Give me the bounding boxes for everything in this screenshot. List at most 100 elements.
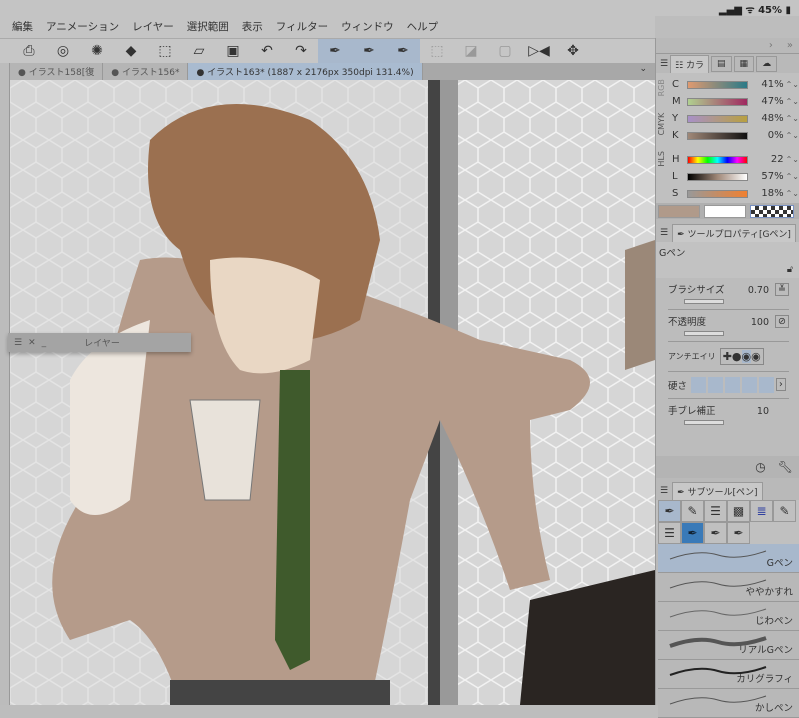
redo-icon[interactable]: ↷ xyxy=(284,39,318,64)
move-icon[interactable]: ✥ xyxy=(556,39,590,64)
pen-tool-icon[interactable]: ✒ xyxy=(658,500,681,522)
transparent-color-swatch[interactable] xyxy=(750,204,794,218)
save-icon[interactable]: ▣ xyxy=(216,39,250,64)
antialias-selector[interactable]: ✚●◉◉ xyxy=(719,347,764,365)
pen2-tool-icon[interactable]: ✒ xyxy=(681,522,704,544)
menu-layer[interactable]: レイヤー xyxy=(132,19,174,34)
free-transform-icon[interactable]: ▱ xyxy=(182,39,216,64)
slider-s[interactable]: S 18% ⌃⌄ xyxy=(668,185,799,202)
stabilization-slider[interactable] xyxy=(684,420,724,425)
pen3-tool-icon[interactable]: ✒ xyxy=(704,522,727,544)
pen-settings-icon[interactable]: ✒ xyxy=(352,38,386,64)
menu-selection[interactable]: 選択範囲 xyxy=(187,19,229,34)
mode-hls[interactable]: HLS xyxy=(657,151,666,167)
pencil-tool-icon[interactable]: ✎ xyxy=(681,500,704,522)
loading-icon[interactable]: ✺ xyxy=(80,39,114,64)
canvas[interactable] xyxy=(10,80,655,705)
pen-pressure-icon[interactable]: ✒ xyxy=(318,38,352,64)
marker-tool-icon[interactable]: ✎ xyxy=(773,500,796,522)
stripe-tool-icon[interactable]: ≣ xyxy=(750,500,773,522)
menu-icon[interactable]: ☰ xyxy=(660,486,668,496)
undo-icon[interactable]: ↶ xyxy=(250,39,284,64)
opacity-toggle-icon[interactable]: ⊘ xyxy=(775,315,789,328)
lock-icon[interactable]: 🔓︎ xyxy=(787,264,793,275)
mode-cmyk[interactable]: CMYK xyxy=(657,113,666,136)
slider-c[interactable]: C 41% ⌃⌄ xyxy=(668,76,799,93)
transform-icon[interactable]: ⬚ xyxy=(148,39,182,64)
brush-jiwa-pen[interactable]: じわペン xyxy=(658,602,799,631)
tab-color[interactable]: ☷ カラ xyxy=(670,54,710,73)
tab-tool-property[interactable]: ✒ ツールプロパティ[Gペン] xyxy=(672,223,796,242)
layer-panel-collapsed[interactable]: ☰ ✕ _ レイヤー xyxy=(8,333,191,352)
menu-bar: 編集 アニメーション レイヤー 選択範囲 表示 フィルター ウィンドウ ヘルプ xyxy=(0,14,655,38)
antialias-row: アンチエイリ ✚●◉◉ xyxy=(668,342,789,372)
slider-m[interactable]: M 47% ⌃⌄ xyxy=(668,93,799,110)
pattern-tool-icon[interactable]: ▩ xyxy=(727,500,750,522)
flip-icon[interactable]: ▷◀ xyxy=(522,39,556,64)
menu-icon[interactable]: ☰ xyxy=(660,59,668,69)
opacity-value[interactable]: 100 xyxy=(751,317,769,328)
command-bar: ⎙ ◎ ✺ ◆ ⬚ ▱ ▣ ↶ ↷ ✒ ✒ ✒ ⬚ ◪ ▢ ▷◀ ✥ xyxy=(0,38,655,64)
opacity-slider[interactable] xyxy=(684,331,724,336)
menu-animation[interactable]: アニメーション xyxy=(46,19,119,34)
menu-edit[interactable]: 編集 xyxy=(12,19,33,34)
document-tabs: ● イラスト158[復 ● イラスト156* ● イラスト163* (1887 … xyxy=(10,63,655,80)
chevron-right-icon[interactable]: › xyxy=(769,40,773,51)
export-icon[interactable]: ⎙ xyxy=(12,39,46,64)
stabilization-value[interactable]: 10 xyxy=(757,406,769,417)
close-icon[interactable]: ✕ xyxy=(28,338,36,348)
brush-kashi-pen[interactable]: かしペン xyxy=(658,689,799,718)
menu-window[interactable]: ウィンドウ xyxy=(341,19,394,34)
chevron-right-icon[interactable]: › xyxy=(776,378,786,391)
spiral-icon[interactable]: ◎ xyxy=(46,39,80,64)
brush-real-g-pen[interactable]: リアルGペン xyxy=(658,631,799,660)
menu-icon[interactable]: ☰ xyxy=(14,338,22,348)
tab-illust163[interactable]: ● イラスト163* (1887 x 2176px 350dpi 131.4%) xyxy=(188,63,423,80)
brush-size-slider[interactable] xyxy=(684,299,724,304)
pen4-tool-icon[interactable]: ✒ xyxy=(727,522,750,544)
fill-icon[interactable]: ◆ xyxy=(114,39,148,64)
stabilization-row: 手ブレ補正 10 xyxy=(668,399,789,430)
brush-g-pen[interactable]: Gペン xyxy=(658,544,799,573)
menu-view[interactable]: 表示 xyxy=(242,19,263,34)
tab-navigator-icon[interactable]: ☁ xyxy=(756,55,778,72)
illustration xyxy=(10,80,655,705)
menu-filter[interactable]: フィルター xyxy=(276,19,328,34)
tab-illust156[interactable]: ● イラスト156* xyxy=(103,63,189,80)
mode-rgb[interactable]: RGB xyxy=(657,79,666,96)
hardness-selector[interactable] xyxy=(691,376,775,393)
preset-name: Gペン xyxy=(659,248,686,259)
tab-color-history-icon[interactable]: ▦ xyxy=(733,55,755,72)
main-color-swatch[interactable] xyxy=(658,204,700,218)
minimize-icon[interactable]: _ xyxy=(42,338,47,348)
sub-color-swatch[interactable] xyxy=(704,204,746,218)
slider-y[interactable]: Y 48% ⌃⌄ xyxy=(668,110,799,127)
brush-yayakasure[interactable]: ややかすれ xyxy=(658,573,799,602)
wrench-icon[interactable]: 🔧︎ xyxy=(778,460,793,474)
clear-selection-icon[interactable]: ⬚ xyxy=(420,39,454,64)
slider-l[interactable]: L 57% ⌃⌄ xyxy=(668,168,799,185)
opacity-row: 不透明度 100 ⊘ xyxy=(668,310,789,342)
menu-help[interactable]: ヘルプ xyxy=(407,19,439,34)
tab-color-set-icon[interactable]: ▤ xyxy=(711,55,732,72)
pressure-icon[interactable]: ≚ xyxy=(775,283,789,296)
tab-illust158[interactable]: ● イラスト158[復 xyxy=(10,63,104,80)
hardness-row: 硬さ › xyxy=(668,372,789,399)
lines2-tool-icon[interactable]: ☰ xyxy=(658,522,681,544)
chevron-down-icon[interactable]: ⌄ xyxy=(631,63,655,80)
menu-icon[interactable]: ☰ xyxy=(660,228,668,238)
invert-selection-icon[interactable]: ◪ xyxy=(454,39,488,64)
brush-size-row: ブラシサイズ 0.70 ≚ xyxy=(668,278,789,310)
battery-indicator: ▂▄▆ ᯤ 45% ▮ xyxy=(718,5,791,16)
slider-h[interactable]: H 22 ⌃⌄ xyxy=(668,151,799,168)
left-dock xyxy=(0,63,10,705)
brush-size-value[interactable]: 0.70 xyxy=(748,285,769,296)
brush-calligraphy[interactable]: カリグラフィ xyxy=(658,660,799,689)
double-chevron-right-icon[interactable]: » xyxy=(787,40,793,51)
lines-tool-icon[interactable]: ☰ xyxy=(704,500,727,522)
slider-k[interactable]: K 0% ⌃⌄ xyxy=(668,127,799,144)
pen-list-icon[interactable]: ✒ xyxy=(386,38,420,64)
selection-border-icon[interactable]: ▢ xyxy=(488,39,522,64)
reset-icon[interactable]: ◷ xyxy=(755,460,765,474)
tab-sub-tool[interactable]: ✒ サブツール[ペン] xyxy=(672,481,763,500)
